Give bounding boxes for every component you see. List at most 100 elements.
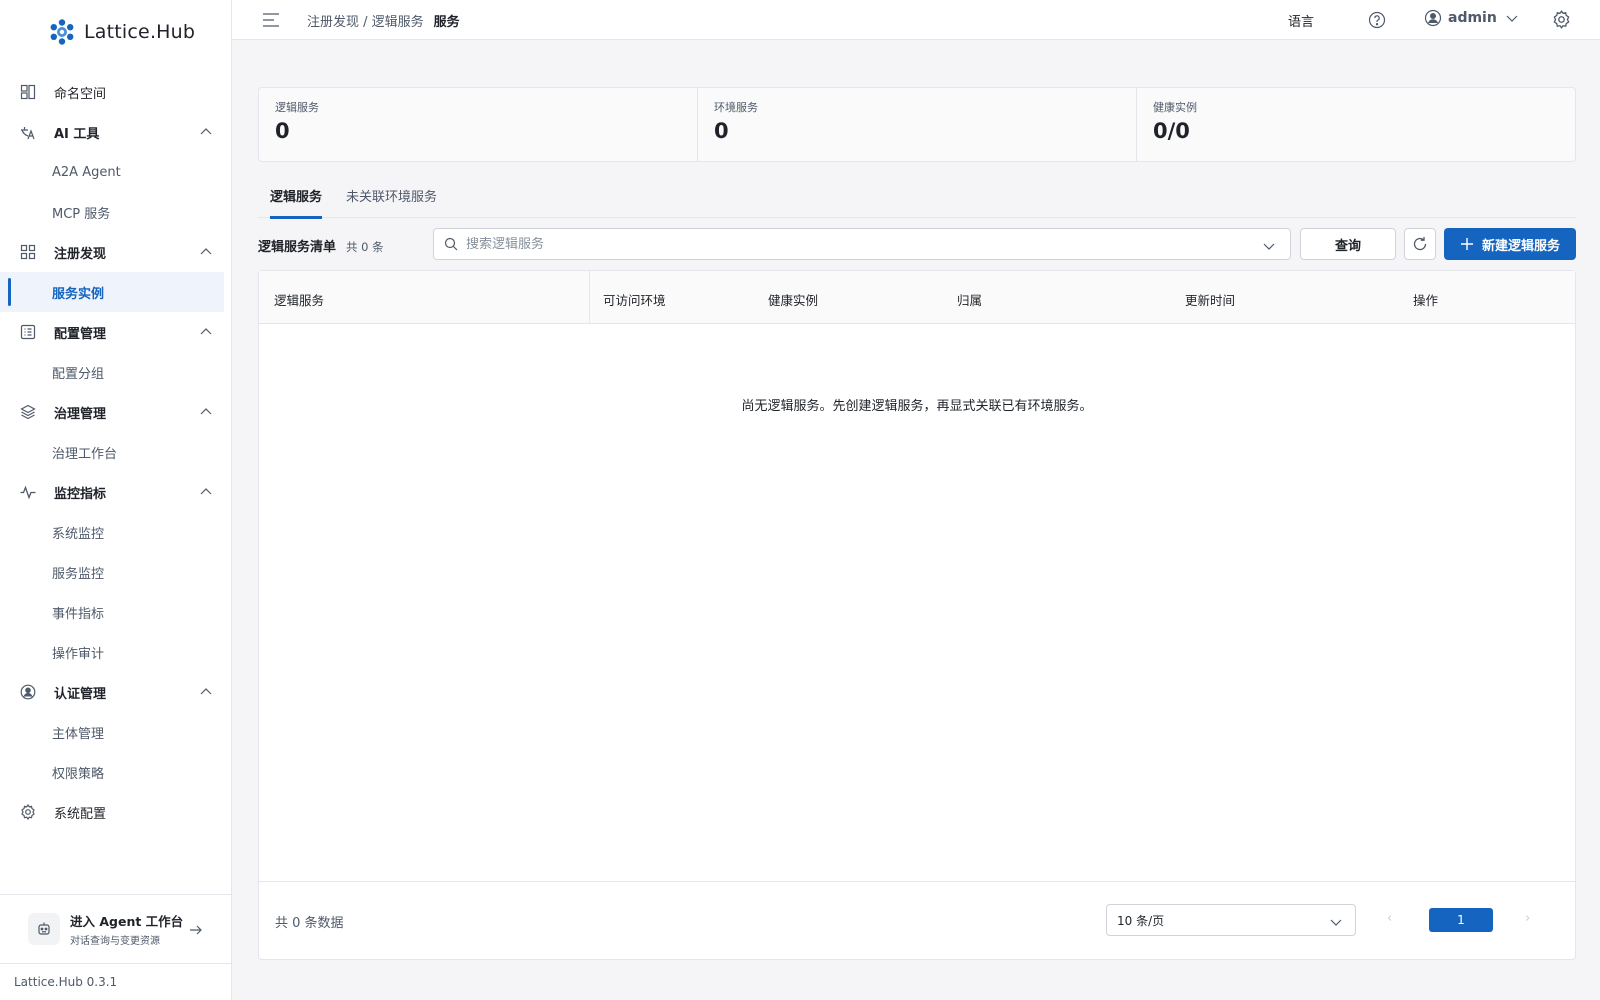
- gear-icon[interactable]: [1552, 10, 1571, 29]
- sidebar-item-service-instance[interactable]: 服务实例: [0, 272, 224, 312]
- sidebar-item-label: 认证管理: [54, 686, 107, 702]
- chevron-up-icon: [200, 408, 212, 415]
- agent-entry-subtitle: 对话查询与变更资源: [70, 936, 160, 947]
- column-header[interactable]: 逻辑服务: [274, 290, 324, 309]
- breadcrumb: 注册发现 / 逻辑服务 服务: [307, 11, 460, 30]
- sidebar-item-label: 配置管理: [54, 326, 107, 342]
- empty-state-text: 尚无逻辑服务。先创建逻辑服务，再显式关联已有环境服务。: [741, 399, 1093, 414]
- chevron-up-icon: [200, 688, 212, 695]
- stat-env-services: 环境服务 0: [698, 88, 1137, 161]
- sidebar-item-label: 治理管理: [54, 406, 107, 422]
- sidebar-group-governance[interactable]: 治理管理: [0, 392, 232, 432]
- sidebar: Lattice.Hub 命名空间 AI 工具 A2A Agent MCP 服务: [0, 0, 232, 1000]
- sidebar-item-label: 配置分组: [52, 366, 105, 382]
- tab-unlinked-env-services[interactable]: 未关联环境服务: [334, 182, 449, 218]
- menu-icon[interactable]: [262, 12, 280, 28]
- list-title: 逻辑服务清单 共 0 条: [258, 236, 384, 255]
- tab-logical-services[interactable]: 逻辑服务: [258, 182, 334, 219]
- next-page-button[interactable]: ›: [1525, 911, 1530, 926]
- sidebar-item-label: 系统配置: [54, 806, 107, 822]
- user-name: admin: [1448, 10, 1497, 26]
- table-footer: 共 0 条数据 10 条/页 ‹ 1 ›: [259, 881, 1575, 959]
- sidebar-item-label: 注册发现: [54, 246, 107, 262]
- brand-name: Lattice.Hub: [84, 21, 196, 43]
- arrow-right-icon: [190, 925, 202, 935]
- column-header[interactable]: 操作: [1413, 290, 1438, 309]
- plus-icon: [1460, 237, 1474, 251]
- sidebar-item-audit[interactable]: 操作审计: [0, 632, 232, 672]
- sidebar-item-label: 命名空间: [54, 86, 107, 102]
- language-switch[interactable]: 语言: [1288, 11, 1314, 30]
- sidebar-group-auth[interactable]: 认证管理: [0, 672, 232, 712]
- sidebar-item-mcp-service[interactable]: MCP 服务: [0, 192, 232, 232]
- breadcrumb-parent[interactable]: 注册发现 / 逻辑服务: [307, 11, 424, 30]
- agent-entry-text: 进入 Agent 工作台 对话查询与变更资源: [70, 911, 183, 947]
- list-count: 共 0 条: [346, 240, 384, 254]
- sidebar-item-policy[interactable]: 权限策略: [0, 752, 232, 792]
- sidebar-group-monitoring[interactable]: 监控指标: [0, 472, 232, 512]
- sidebar-item-label: 主体管理: [52, 726, 105, 742]
- sidebar-item-label: 服务实例: [52, 286, 105, 302]
- tab-bar: 逻辑服务 未关联环境服务: [258, 182, 1576, 219]
- sidebar-item-label: 服务监控: [52, 566, 105, 582]
- config-icon: [20, 324, 36, 340]
- namespace-icon: [20, 84, 36, 100]
- search-select[interactable]: [433, 228, 1291, 260]
- sidebar-item-label: 事件指标: [52, 606, 105, 622]
- search-input[interactable]: [466, 236, 1246, 252]
- query-button[interactable]: 查询: [1300, 228, 1396, 260]
- stats-panel: 逻辑服务 0 环境服务 0 健康实例 0/0: [258, 87, 1576, 162]
- logo-icon: [50, 19, 74, 45]
- chevron-down-icon: [1330, 919, 1342, 926]
- column-header[interactable]: 可访问环境: [603, 290, 666, 309]
- top-header: 注册发现 / 逻辑服务 服务 语言 admin: [232, 0, 1600, 40]
- agent-workbench-entry[interactable]: 进入 Agent 工作台 对话查询与变更资源: [0, 894, 232, 964]
- sidebar-item-label: 操作审计: [52, 646, 105, 662]
- refresh-icon: [1413, 237, 1427, 251]
- prev-page-button[interactable]: ‹: [1387, 911, 1392, 926]
- sidebar-item-system-monitor[interactable]: 系统监控: [0, 512, 232, 552]
- sidebar-group-registry[interactable]: 注册发现: [0, 232, 232, 272]
- sidebar-group-config[interactable]: 配置管理: [0, 312, 232, 352]
- governance-icon: [20, 404, 36, 420]
- sidebar-item-event-metrics[interactable]: 事件指标: [0, 592, 232, 632]
- stat-healthy-instances: 健康实例 0/0: [1137, 88, 1575, 161]
- chevron-up-icon: [200, 128, 212, 135]
- sidebar-item-namespace[interactable]: 命名空间: [0, 72, 232, 112]
- sidebar-item-a2a-agent[interactable]: A2A Agent: [0, 152, 232, 192]
- page-size-select[interactable]: 10 条/页: [1106, 904, 1356, 936]
- sidebar-item-label: 权限策略: [52, 766, 105, 782]
- agent-entry-title: 进入 Agent 工作台: [70, 914, 184, 929]
- new-logical-service-button[interactable]: 新建逻辑服务: [1444, 228, 1576, 260]
- sidebar-group-ai-tools[interactable]: AI 工具: [0, 112, 232, 152]
- sidebar-item-label: A2A Agent: [52, 164, 121, 180]
- chevron-up-icon: [200, 328, 212, 335]
- sidebar-item-system-config[interactable]: 系统配置: [0, 792, 232, 832]
- auth-icon: [20, 684, 36, 700]
- gear-icon: [20, 804, 36, 820]
- breadcrumb-current: 服务: [433, 15, 460, 30]
- robot-icon: [28, 913, 60, 945]
- help-icon[interactable]: [1368, 11, 1386, 29]
- sidebar-item-principal[interactable]: 主体管理: [0, 712, 232, 752]
- column-header[interactable]: 健康实例: [768, 290, 818, 309]
- user-menu[interactable]: admin: [1424, 9, 1519, 27]
- sidebar-item-label: 监控指标: [54, 486, 107, 502]
- total-count: 共 0 条数据: [275, 916, 344, 931]
- stat-value: 0/0: [1153, 119, 1190, 143]
- search-icon: [444, 237, 458, 251]
- column-header[interactable]: 归属: [957, 290, 982, 309]
- column-header[interactable]: 更新时间: [1185, 290, 1235, 309]
- logical-services-table: 逻辑服务 可访问环境 健康实例 归属 更新时间 操作 尚无逻辑服务。先创建逻辑服…: [258, 270, 1576, 960]
- page-size-value: 10 条/页: [1117, 913, 1165, 928]
- table-header: 逻辑服务 可访问环境 健康实例 归属 更新时间 操作: [259, 271, 1575, 324]
- brand[interactable]: Lattice.Hub: [48, 16, 195, 48]
- page-button-current[interactable]: 1: [1429, 908, 1493, 932]
- stat-logical-services: 逻辑服务 0: [259, 88, 698, 161]
- sidebar-item-governance-workbench[interactable]: 治理工作台: [0, 432, 232, 472]
- sidebar-item-config-group[interactable]: 配置分组: [0, 352, 232, 392]
- sidebar-item-service-monitor[interactable]: 服务监控: [0, 552, 232, 592]
- refresh-button[interactable]: [1404, 228, 1436, 260]
- stat-label: 环境服务: [714, 101, 758, 114]
- stat-label: 逻辑服务: [275, 101, 319, 114]
